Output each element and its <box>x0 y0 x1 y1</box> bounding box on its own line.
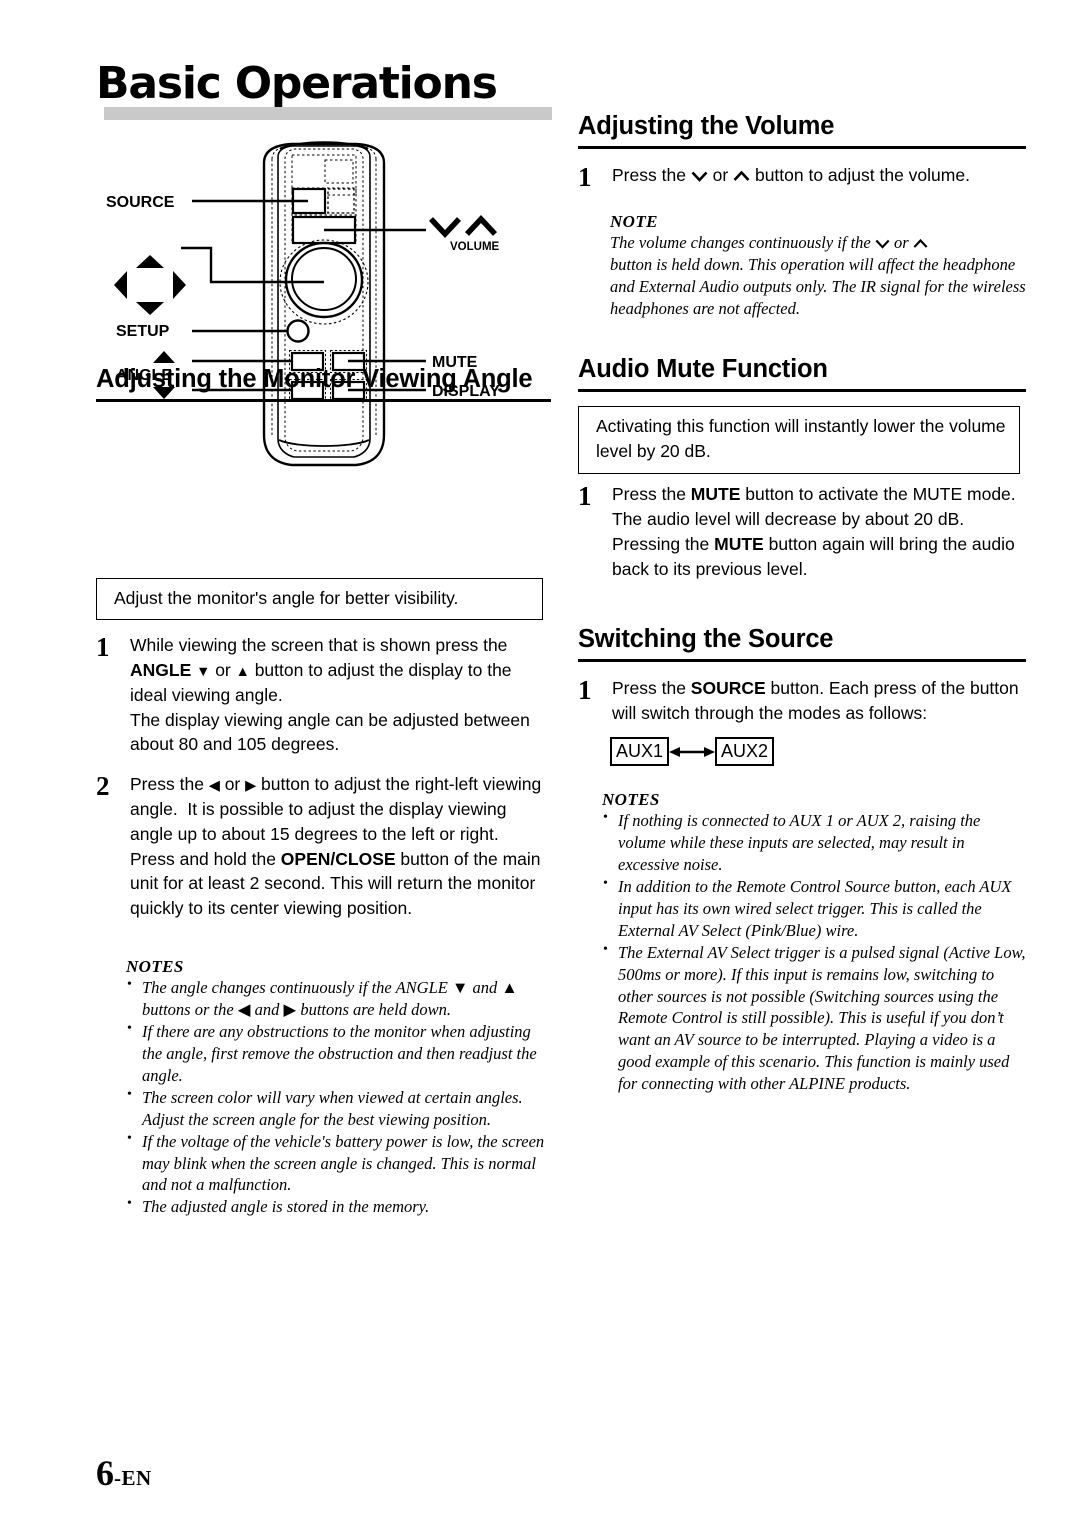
note-block-volume: NOTE The volume changes continuously if … <box>610 212 1026 320</box>
note-title: NOTE <box>610 212 658 231</box>
step-text: Press the SOURCE button. Each press of t… <box>612 678 1019 723</box>
heading-switching-source: Switching the Source <box>578 625 834 653</box>
remote-label-source: SOURCE <box>106 194 175 211</box>
note-item: The External AV Select trigger is a puls… <box>602 941 1026 1096</box>
notes-block-left: NOTES The angle changes continuously if … <box>126 957 551 1218</box>
section-adjusting-volume: Adjusting the Volume <box>578 112 1026 149</box>
notes-list: If nothing is connected to AUX 1 or AUX … <box>602 809 1026 1096</box>
remote-label-volume: VOLUME <box>450 241 500 253</box>
heading-rule <box>578 388 1026 392</box>
volume-up-chevron-icon <box>913 238 928 248</box>
step-text: While viewing the screen that is shown p… <box>130 635 530 755</box>
remote-control-svg: SOURCE SETUP ANGLE MUTE DISPLAY VOLUME <box>106 141 500 467</box>
step-item: 1 Press the or button to adjust the volu… <box>578 163 1026 191</box>
step-text: Press the ◀ or ▶ button to adjust the ri… <box>130 774 542 919</box>
heading-monitor-viewing-angle: Adjusting the Monitor Viewing Angle <box>96 365 533 393</box>
volume-down-chevron-icon <box>875 239 890 249</box>
notes-title: NOTES <box>126 957 184 976</box>
remote-label-setup: SETUP <box>116 323 170 340</box>
note-text: The volume changes continuously if the o… <box>610 233 1026 318</box>
callout-audio-mute: Activating this function will instantly … <box>578 406 1020 474</box>
note-item: In addition to the Remote Control Source… <box>602 875 1026 942</box>
note-item: The adjusted angle is stored in the memo… <box>126 1195 551 1218</box>
volume-chevron-icons <box>428 214 498 239</box>
page-number-suffix: -EN <box>114 1466 152 1490</box>
notes-title: NOTES <box>602 790 660 809</box>
section-audio-mute: Audio Mute Function <box>578 355 1026 392</box>
volume-up-chevron-icon <box>733 170 750 181</box>
step-text: Press the MUTE button to activate the MU… <box>612 484 1016 579</box>
step-number: 1 <box>578 481 592 511</box>
step-item: 1 While viewing the screen that is shown… <box>96 633 551 757</box>
note-item: The angle changes continuously if the AN… <box>126 976 551 1021</box>
step-item: 1 Press the MUTE button to activate the … <box>578 482 1026 581</box>
note-item: If nothing is connected to AUX 1 or AUX … <box>602 809 1026 876</box>
aux2-box: AUX2 <box>715 737 775 766</box>
notes-block-right: NOTES If nothing is connected to AUX 1 o… <box>602 790 1026 1095</box>
notes-list: The angle changes continuously if the AN… <box>126 976 551 1218</box>
heading-rule <box>578 658 1026 662</box>
step-item: 1 Press the SOURCE button. Each press of… <box>578 676 1026 726</box>
step-text: Press the or button to adjust the volume… <box>612 165 970 185</box>
heading-rule <box>96 398 551 402</box>
note-item: The screen color will vary when viewed a… <box>126 1086 551 1131</box>
step-number: 1 <box>578 162 592 192</box>
step-number: 1 <box>96 632 110 662</box>
heading-rule <box>578 145 1026 149</box>
section-monitor-viewing-angle: Adjusting the Monitor Viewing Angle <box>96 365 551 402</box>
note-item: If there are any obstructions to the mon… <box>126 1020 551 1087</box>
step-number: 2 <box>96 771 110 801</box>
remote-power-button <box>327 188 355 214</box>
heading-adjusting-volume: Adjusting the Volume <box>578 112 835 140</box>
step-number: 1 <box>578 675 592 705</box>
page-number: 6-EN <box>96 1452 152 1494</box>
step-item: 2 Press the ◀ or ▶ button to adjust the … <box>96 772 551 921</box>
volume-down-chevron-icon <box>691 171 708 182</box>
page-title-block: Basic Operations <box>96 62 566 128</box>
aux-source-diagram: AUX1 AUX2 <box>610 737 775 766</box>
remote-direction-glyphs <box>114 255 186 315</box>
aux1-box: AUX1 <box>610 737 670 766</box>
callout-monitor-angle: Adjust the monitor's angle for better vi… <box>96 578 543 621</box>
remote-control-diagram: SOURCE SETUP ANGLE MUTE DISPLAY VOLUME <box>96 135 551 485</box>
double-arrow-icon <box>669 744 716 760</box>
section-switching-source: Switching the Source <box>578 625 1026 662</box>
heading-audio-mute: Audio Mute Function <box>578 355 828 383</box>
page-number-value: 6 <box>96 1453 114 1493</box>
note-item: If the voltage of the vehicle's battery … <box>126 1130 551 1197</box>
page-title: Basic Operations <box>96 58 498 109</box>
remote-setup-button <box>286 319 310 343</box>
